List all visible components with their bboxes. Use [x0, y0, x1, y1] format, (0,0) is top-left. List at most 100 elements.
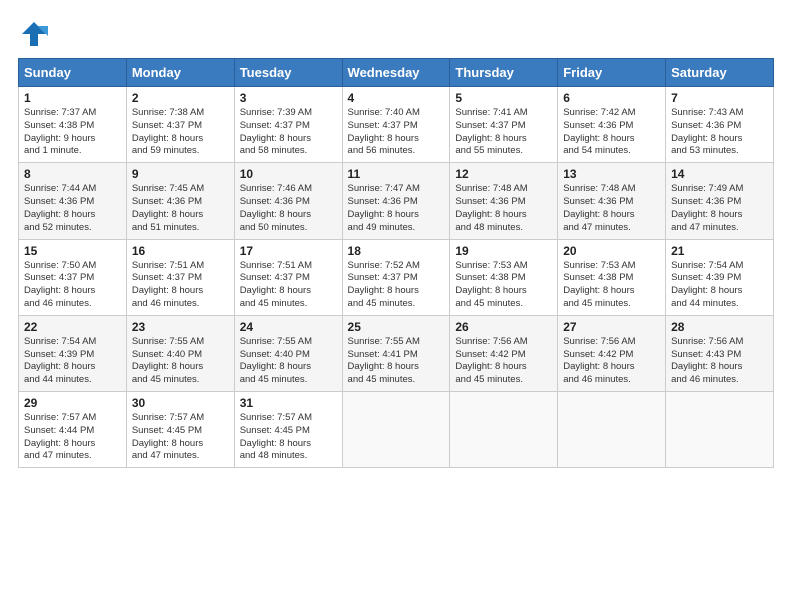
day-number: 7 — [671, 91, 768, 105]
week-row-1: 1 Sunrise: 7:37 AM Sunset: 4:38 PM Daylig… — [19, 87, 774, 163]
day-info: Sunrise: 7:47 AM Sunset: 4:36 PM Dayligh… — [348, 183, 445, 234]
day-number: 1 — [24, 91, 121, 105]
day-info: Sunrise: 7:57 AM Sunset: 4:45 PM Dayligh… — [132, 412, 229, 463]
day-number: 30 — [132, 396, 229, 410]
day-cell — [558, 392, 666, 468]
column-header-wednesday: Wednesday — [342, 59, 450, 87]
day-info: Sunrise: 7:42 AM Sunset: 4:36 PM Dayligh… — [563, 107, 660, 158]
day-info: Sunrise: 7:54 AM Sunset: 4:39 PM Dayligh… — [24, 336, 121, 387]
day-number: 15 — [24, 244, 121, 258]
logo-icon — [18, 18, 46, 46]
day-number: 12 — [455, 167, 552, 181]
column-header-thursday: Thursday — [450, 59, 558, 87]
day-number: 17 — [240, 244, 337, 258]
day-info: Sunrise: 7:51 AM Sunset: 4:37 PM Dayligh… — [240, 260, 337, 311]
calendar-table: SundayMondayTuesdayWednesdayThursdayFrid… — [18, 58, 774, 468]
day-number: 29 — [24, 396, 121, 410]
day-number: 10 — [240, 167, 337, 181]
day-info: Sunrise: 7:44 AM Sunset: 4:36 PM Dayligh… — [24, 183, 121, 234]
day-number: 4 — [348, 91, 445, 105]
day-info: Sunrise: 7:55 AM Sunset: 4:40 PM Dayligh… — [240, 336, 337, 387]
day-info: Sunrise: 7:38 AM Sunset: 4:37 PM Dayligh… — [132, 107, 229, 158]
day-cell: 30 Sunrise: 7:57 AM Sunset: 4:45 PM Dayli… — [126, 392, 234, 468]
day-info: Sunrise: 7:37 AM Sunset: 4:38 PM Dayligh… — [24, 107, 121, 158]
day-number: 27 — [563, 320, 660, 334]
day-cell: 11 Sunrise: 7:47 AM Sunset: 4:36 PM Dayli… — [342, 163, 450, 239]
day-info: Sunrise: 7:40 AM Sunset: 4:37 PM Dayligh… — [348, 107, 445, 158]
day-number: 16 — [132, 244, 229, 258]
day-cell: 2 Sunrise: 7:38 AM Sunset: 4:37 PM Daylig… — [126, 87, 234, 163]
day-cell: 12 Sunrise: 7:48 AM Sunset: 4:36 PM Dayli… — [450, 163, 558, 239]
day-cell: 10 Sunrise: 7:46 AM Sunset: 4:36 PM Dayli… — [234, 163, 342, 239]
day-number: 6 — [563, 91, 660, 105]
day-info: Sunrise: 7:56 AM Sunset: 4:43 PM Dayligh… — [671, 336, 768, 387]
day-number: 11 — [348, 167, 445, 181]
day-info: Sunrise: 7:48 AM Sunset: 4:36 PM Dayligh… — [455, 183, 552, 234]
day-cell: 17 Sunrise: 7:51 AM Sunset: 4:37 PM Dayli… — [234, 239, 342, 315]
day-info: Sunrise: 7:56 AM Sunset: 4:42 PM Dayligh… — [563, 336, 660, 387]
day-info: Sunrise: 7:54 AM Sunset: 4:39 PM Dayligh… — [671, 260, 768, 311]
page-header — [18, 18, 774, 46]
day-number: 19 — [455, 244, 552, 258]
day-number: 8 — [24, 167, 121, 181]
day-info: Sunrise: 7:43 AM Sunset: 4:36 PM Dayligh… — [671, 107, 768, 158]
logo — [18, 18, 48, 46]
week-row-4: 22 Sunrise: 7:54 AM Sunset: 4:39 PM Dayli… — [19, 315, 774, 391]
column-header-monday: Monday — [126, 59, 234, 87]
day-cell: 8 Sunrise: 7:44 AM Sunset: 4:36 PM Daylig… — [19, 163, 127, 239]
day-cell: 26 Sunrise: 7:56 AM Sunset: 4:42 PM Dayli… — [450, 315, 558, 391]
day-info: Sunrise: 7:48 AM Sunset: 4:36 PM Dayligh… — [563, 183, 660, 234]
day-cell: 28Sunrise: 7:56 AM Sunset: 4:43 PM Dayli… — [666, 315, 774, 391]
day-cell: 4 Sunrise: 7:40 AM Sunset: 4:37 PM Daylig… — [342, 87, 450, 163]
day-number: 5 — [455, 91, 552, 105]
day-cell: 31 Sunrise: 7:57 AM Sunset: 4:45 PM Dayli… — [234, 392, 342, 468]
day-cell: 3 Sunrise: 7:39 AM Sunset: 4:37 PM Daylig… — [234, 87, 342, 163]
day-cell: 1 Sunrise: 7:37 AM Sunset: 4:38 PM Daylig… — [19, 87, 127, 163]
day-number: 22 — [24, 320, 121, 334]
day-number: 3 — [240, 91, 337, 105]
day-cell: 23Sunrise: 7:55 AM Sunset: 4:40 PM Dayli… — [126, 315, 234, 391]
day-info: Sunrise: 7:57 AM Sunset: 4:45 PM Dayligh… — [240, 412, 337, 463]
day-number: 9 — [132, 167, 229, 181]
day-cell: 19 Sunrise: 7:53 AM Sunset: 4:38 PM Dayli… — [450, 239, 558, 315]
day-cell: 16 Sunrise: 7:51 AM Sunset: 4:37 PM Dayli… — [126, 239, 234, 315]
week-row-3: 15 Sunrise: 7:50 AM Sunset: 4:37 PM Dayli… — [19, 239, 774, 315]
day-cell: 15 Sunrise: 7:50 AM Sunset: 4:37 PM Dayli… — [19, 239, 127, 315]
day-info: Sunrise: 7:45 AM Sunset: 4:36 PM Dayligh… — [132, 183, 229, 234]
week-row-2: 8 Sunrise: 7:44 AM Sunset: 4:36 PM Daylig… — [19, 163, 774, 239]
day-cell: 27 Sunrise: 7:56 AM Sunset: 4:42 PM Dayli… — [558, 315, 666, 391]
day-cell: 5 Sunrise: 7:41 AM Sunset: 4:37 PM Daylig… — [450, 87, 558, 163]
day-cell: 9 Sunrise: 7:45 AM Sunset: 4:36 PM Daylig… — [126, 163, 234, 239]
day-info: Sunrise: 7:57 AM Sunset: 4:44 PM Dayligh… — [24, 412, 121, 463]
day-cell: 24 Sunrise: 7:55 AM Sunset: 4:40 PM Dayli… — [234, 315, 342, 391]
day-number: 2 — [132, 91, 229, 105]
day-cell: 22 Sunrise: 7:54 AM Sunset: 4:39 PM Dayli… — [19, 315, 127, 391]
calendar-header-row: SundayMondayTuesdayWednesdayThursdayFrid… — [19, 59, 774, 87]
day-number: 31 — [240, 396, 337, 410]
day-number: 25 — [348, 320, 445, 334]
column-header-tuesday: Tuesday — [234, 59, 342, 87]
day-cell: 21 Sunrise: 7:54 AM Sunset: 4:39 PM Dayli… — [666, 239, 774, 315]
day-info: Sunrise: 7:46 AM Sunset: 4:36 PM Dayligh… — [240, 183, 337, 234]
week-row-5: 29 Sunrise: 7:57 AM Sunset: 4:44 PM Dayli… — [19, 392, 774, 468]
day-cell: 29 Sunrise: 7:57 AM Sunset: 4:44 PM Dayli… — [19, 392, 127, 468]
day-info: Sunrise: 7:56 AM Sunset: 4:42 PM Dayligh… — [455, 336, 552, 387]
day-cell: 20Sunrise: 7:53 AM Sunset: 4:38 PM Dayli… — [558, 239, 666, 315]
column-header-friday: Friday — [558, 59, 666, 87]
day-info: Sunrise: 7:49 AM Sunset: 4:36 PM Dayligh… — [671, 183, 768, 234]
day-info: Sunrise: 7:51 AM Sunset: 4:37 PM Dayligh… — [132, 260, 229, 311]
day-cell: 14 Sunrise: 7:49 AM Sunset: 4:36 PM Dayli… — [666, 163, 774, 239]
day-info: Sunrise: 7:50 AM Sunset: 4:37 PM Dayligh… — [24, 260, 121, 311]
day-number: 14 — [671, 167, 768, 181]
day-info: Sunrise: 7:39 AM Sunset: 4:37 PM Dayligh… — [240, 107, 337, 158]
day-info: Sunrise: 7:53 AM Sunset: 4:38 PM Dayligh… — [455, 260, 552, 311]
day-number: 24 — [240, 320, 337, 334]
day-info: Sunrise: 7:55 AM Sunset: 4:40 PM Dayligh… — [132, 336, 229, 387]
day-cell: 18Sunrise: 7:52 AM Sunset: 4:37 PM Dayli… — [342, 239, 450, 315]
day-number: 26 — [455, 320, 552, 334]
day-cell — [342, 392, 450, 468]
day-number: 21 — [671, 244, 768, 258]
day-cell: 7 Sunrise: 7:43 AM Sunset: 4:36 PM Daylig… — [666, 87, 774, 163]
column-header-sunday: Sunday — [19, 59, 127, 87]
day-info: Sunrise: 7:41 AM Sunset: 4:37 PM Dayligh… — [455, 107, 552, 158]
